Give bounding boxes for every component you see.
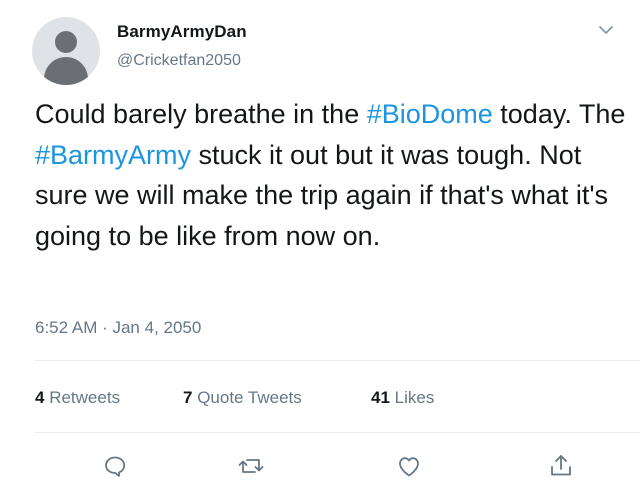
reply-icon: [105, 456, 126, 477]
hashtag-biodome[interactable]: #BioDome: [367, 99, 493, 129]
tweet-text-segment: today. The: [492, 99, 626, 129]
avatar-head: [55, 31, 77, 53]
retweet-icon: [238, 459, 264, 473]
tweet-timestamp[interactable]: 6:52 AM · Jan 4, 2050: [35, 318, 201, 338]
divider: [35, 360, 640, 361]
tweet-text: Could barely breathe in the #BioDome tod…: [35, 94, 635, 256]
retweets-stat[interactable]: 4 Retweets: [35, 388, 120, 408]
heart-icon: [399, 457, 419, 477]
share-button[interactable]: [547, 452, 575, 480]
display-name[interactable]: BarmyArmyDan: [117, 22, 247, 42]
share-icon: [551, 455, 571, 476]
divider: [35, 432, 640, 433]
quote-tweets-label: Quote Tweets: [197, 388, 302, 407]
likes-label: Likes: [394, 388, 435, 407]
reply-button[interactable]: [101, 452, 129, 480]
hashtag-barmyarmy[interactable]: #BarmyArmy: [35, 140, 191, 170]
avatar[interactable]: [32, 17, 100, 85]
retweets-count: 4: [35, 388, 45, 407]
tweet-card: BarmyArmyDan @Cricketfan2050 Could barel…: [0, 0, 640, 500]
like-button[interactable]: [395, 452, 423, 480]
tweet-text-segment: Could barely breathe in the: [35, 99, 367, 129]
likes-stat[interactable]: 41 Likes: [371, 388, 434, 408]
avatar-shoulders: [44, 57, 88, 85]
retweet-button[interactable]: [237, 452, 265, 480]
retweets-label: Retweets: [49, 388, 121, 407]
chevron-down-icon[interactable]: [597, 23, 615, 37]
likes-count: 41: [371, 388, 390, 407]
quote-tweets-stat[interactable]: 7 Quote Tweets: [183, 388, 302, 408]
user-handle[interactable]: @Cricketfan2050: [117, 52, 241, 70]
quote-tweets-count: 7: [183, 388, 193, 407]
